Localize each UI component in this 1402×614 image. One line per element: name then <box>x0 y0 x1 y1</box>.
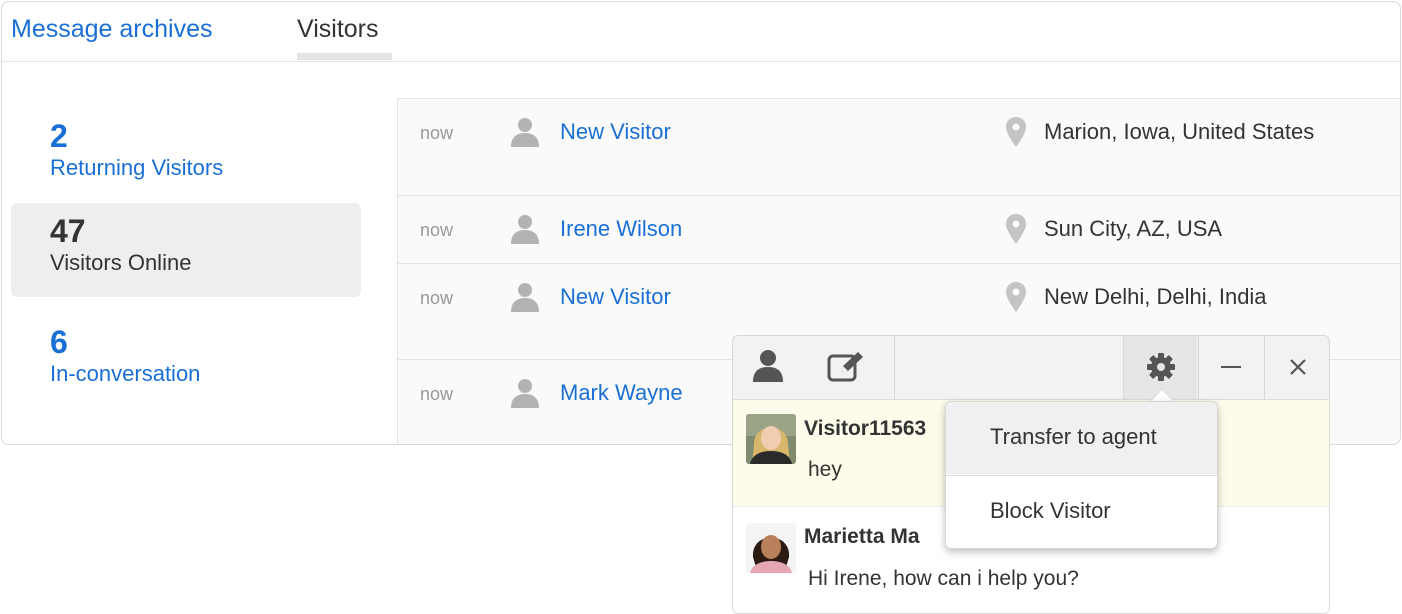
gear-icon <box>1147 353 1175 381</box>
menu-item-block-visitor[interactable]: Block Visitor <box>946 476 1217 548</box>
stat-label: Visitors Online <box>50 250 192 275</box>
tab-bar: Message archives Visitors <box>2 2 1400 62</box>
stat-label: In-conversation <box>50 361 201 386</box>
visitor-time: now <box>420 123 454 143</box>
stat-in-conversation[interactable]: 6 In-conversation <box>11 314 361 408</box>
stat-number: 2 <box>50 118 68 154</box>
menu-item-transfer-to-agent[interactable]: Transfer to agent <box>946 402 1217 474</box>
visitor-name-link[interactable]: Mark Wayne <box>560 380 683 406</box>
agent-avatar <box>746 523 796 573</box>
location-pin-icon <box>1006 214 1026 244</box>
person-icon <box>511 379 539 408</box>
visitor-name-link[interactable]: New Visitor <box>560 119 671 145</box>
chat-toolbar <box>733 336 1329 400</box>
notes-button[interactable] <box>811 336 891 399</box>
person-icon <box>511 118 539 147</box>
visitor-location: Marion, Iowa, United States <box>1044 119 1315 144</box>
visitor-name-link[interactable]: Irene Wilson <box>560 216 682 242</box>
person-icon <box>511 283 539 312</box>
visitor-avatar <box>746 414 796 464</box>
stat-returning-visitors[interactable]: 2 Returning Visitors <box>11 108 361 202</box>
visitor-location: New Delhi, Delhi, India <box>1044 284 1267 309</box>
location-pin-icon <box>1006 117 1026 147</box>
visitor-profile-button[interactable] <box>733 336 801 399</box>
visitor-row[interactable]: now Irene Wilson Sun City, AZ, USA <box>398 196 1400 264</box>
edit-note-icon <box>827 352 863 382</box>
active-tab-indicator <box>297 53 392 60</box>
message-sender: Visitor11563 <box>804 417 927 440</box>
visitor-name-link[interactable]: New Visitor <box>560 284 671 310</box>
message-text: hey <box>808 458 842 481</box>
person-icon <box>753 350 783 382</box>
visitor-time: now <box>420 288 454 308</box>
visitor-row[interactable]: now New Visitor Marion, Iowa, United Sta… <box>398 99 1400 196</box>
close-button[interactable] <box>1265 336 1329 399</box>
message-text: Hi Irene, how can i help you? <box>808 567 1079 590</box>
visitor-time: now <box>420 384 454 404</box>
toolbar-divider <box>894 336 895 399</box>
stat-number: 47 <box>50 213 86 249</box>
stat-label: Returning Visitors <box>50 155 224 180</box>
person-icon <box>511 215 539 244</box>
stat-number: 6 <box>50 324 68 360</box>
location-pin-icon <box>1006 282 1026 312</box>
settings-dropdown-menu: Transfer to agent Block Visitor <box>945 401 1218 549</box>
visitor-location: Sun City, AZ, USA <box>1044 216 1223 241</box>
close-icon <box>1290 359 1306 375</box>
minimize-button[interactable] <box>1199 336 1263 399</box>
tab-message-archives[interactable]: Message archives <box>11 14 212 44</box>
visitor-time: now <box>420 220 454 240</box>
message-sender: Marietta Ma <box>804 525 920 548</box>
tab-visitors[interactable]: Visitors <box>297 14 379 44</box>
stat-visitors-online[interactable]: 47 Visitors Online <box>11 203 361 297</box>
minimize-icon <box>1221 366 1241 368</box>
menu-item-label: Transfer to agent <box>990 424 1157 449</box>
menu-item-label: Block Visitor <box>990 498 1111 523</box>
